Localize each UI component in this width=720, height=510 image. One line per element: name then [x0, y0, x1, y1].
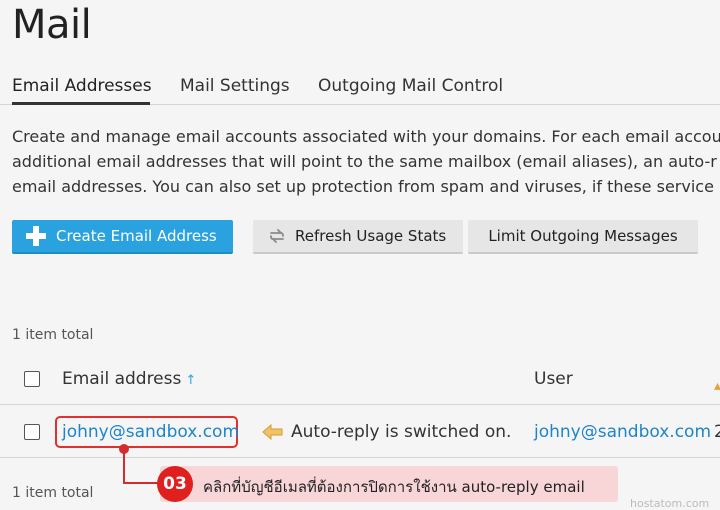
- active-tab-indicator: [12, 102, 150, 105]
- annotation-text: คลิกที่บัญชีอีเมลที่ต้องการปิดการใช้งาน …: [203, 478, 585, 496]
- sort-ascending-icon: ↑: [185, 373, 197, 388]
- create-email-address-button[interactable]: Create Email Address: [12, 220, 233, 254]
- refresh-icon: [270, 229, 284, 243]
- column-header-clipped-icon: ▴: [714, 378, 720, 394]
- autoreply-status: Auto-reply is switched on.: [262, 422, 511, 442]
- column-header-email-label: Email address: [62, 369, 182, 389]
- tab-email-addresses[interactable]: Email Addresses: [12, 76, 152, 96]
- left-arrow-icon: [262, 423, 283, 441]
- description-line: Create and manage email accounts associa…: [12, 127, 720, 146]
- tab-outgoing-mail-control[interactable]: Outgoing Mail Control: [318, 76, 503, 96]
- create-email-address-label: Create Email Address: [56, 227, 217, 245]
- items-total-top: 1 item total: [12, 327, 94, 343]
- select-all-checkbox[interactable]: [24, 371, 40, 387]
- page-description: Create and manage email accounts associa…: [12, 124, 720, 199]
- email-address-link[interactable]: johny@sandbox.com: [62, 422, 239, 442]
- refresh-usage-stats-label: Refresh Usage Stats: [295, 227, 447, 245]
- annotation-dot: [119, 444, 129, 454]
- user-link[interactable]: johny@sandbox.com: [534, 422, 711, 442]
- step-badge: 03: [157, 466, 193, 502]
- row-checkbox[interactable]: [24, 424, 40, 440]
- autoreply-status-text: Auto-reply is switched on.: [291, 422, 512, 442]
- description-line: additional email addresses that will poi…: [12, 152, 717, 171]
- watermark: hostatom.com: [630, 497, 710, 510]
- items-total-bottom: 1 item total: [12, 485, 94, 501]
- clipped-column-value: 2: [714, 422, 720, 442]
- page-title: Mail: [12, 2, 92, 48]
- tab-bar: Email Addresses Mail Settings Outgoing M…: [0, 72, 720, 105]
- limit-outgoing-messages-button[interactable]: Limit Outgoing Messages: [468, 220, 698, 254]
- tab-mail-settings[interactable]: Mail Settings: [180, 76, 290, 96]
- column-header-email[interactable]: Email address ↑: [62, 369, 196, 389]
- row-divider: [0, 457, 720, 458]
- column-header-user[interactable]: User: [534, 369, 573, 389]
- refresh-usage-stats-button[interactable]: Refresh Usage Stats: [253, 220, 463, 254]
- header-divider: [0, 404, 720, 405]
- description-line: email addresses. You can also set up pro…: [12, 177, 714, 196]
- plus-icon: [26, 226, 46, 246]
